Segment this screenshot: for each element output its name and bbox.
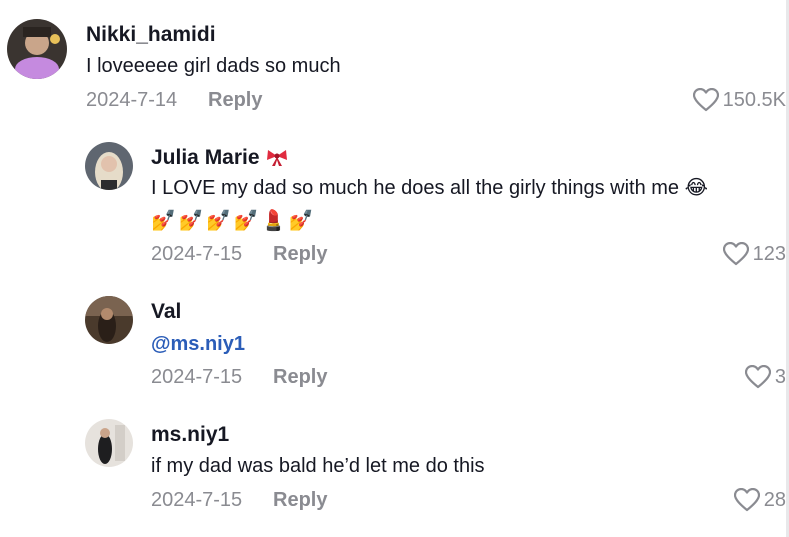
mention-link[interactable]: @ms.niy1 <box>151 328 245 360</box>
comment-username[interactable]: ms.niy1 <box>151 423 229 447</box>
heart-outline-icon <box>722 242 749 266</box>
comment-date: 2024-7-15 <box>151 489 243 511</box>
reply-comment-item: Julia Marie I LOVE my dad so much he doe… <box>0 130 789 280</box>
reply-comment-item: ms.niy1 if my dad was bald he’d let me d… <box>0 400 789 537</box>
comment-text: I loveeeee girl dads so much <box>86 55 341 77</box>
comment-emoji-row: 💅 💅 💅 💅 💄 💅 <box>151 205 314 237</box>
reply-comment-item: Val @ms.niy1 2024-7-15 Reply 3 <box>0 280 789 400</box>
heart-outline-icon <box>744 365 771 389</box>
reply-button[interactable]: Reply <box>208 88 262 112</box>
emoji: 💅 <box>178 210 204 232</box>
reply-button[interactable]: Reply <box>273 242 327 266</box>
reply-button[interactable]: Reply <box>273 365 327 389</box>
comment-text: if my dad was bald he’d let me do this <box>151 455 485 477</box>
username-text: Julia Marie <box>151 146 260 169</box>
avatar[interactable] <box>85 142 133 190</box>
avatar[interactable] <box>85 296 133 344</box>
comment-item: Nikki_hamidi I loveeeee girl dads so muc… <box>0 0 789 130</box>
like-count: 3 <box>774 366 786 388</box>
like-button[interactable]: 150.5K <box>692 88 786 112</box>
heart-outline-icon <box>692 88 719 112</box>
comment-text: I LOVE my dad so much he does all the gi… <box>151 177 708 199</box>
emoji: 💅 <box>151 210 176 232</box>
heart-outline-icon <box>733 488 760 512</box>
like-button[interactable]: 3 <box>744 365 786 389</box>
avatar[interactable] <box>7 19 67 79</box>
emoji: 💅 <box>206 210 232 232</box>
ribbon-bow-icon <box>266 150 287 166</box>
comment-date: 2024-7-15 <box>151 366 243 388</box>
reply-button[interactable]: Reply <box>273 488 327 512</box>
comment-username[interactable]: Nikki_hamidi <box>86 23 216 47</box>
like-button[interactable]: 123 <box>722 242 786 266</box>
like-button[interactable]: 28 <box>733 488 786 512</box>
like-count: 28 <box>763 489 786 511</box>
avatar[interactable] <box>85 419 133 467</box>
emoji: 💅 <box>288 210 314 232</box>
comment-username[interactable]: Val <box>151 300 181 324</box>
emoji: 💄 <box>261 210 287 232</box>
emoji: 💅 <box>233 210 259 232</box>
like-count: 123 <box>752 243 786 265</box>
like-count: 150.5K <box>722 89 786 111</box>
comment-date: 2024-7-14 <box>86 89 178 111</box>
comment-date: 2024-7-15 <box>151 243 243 265</box>
comment-username[interactable]: Julia Marie <box>151 146 288 170</box>
